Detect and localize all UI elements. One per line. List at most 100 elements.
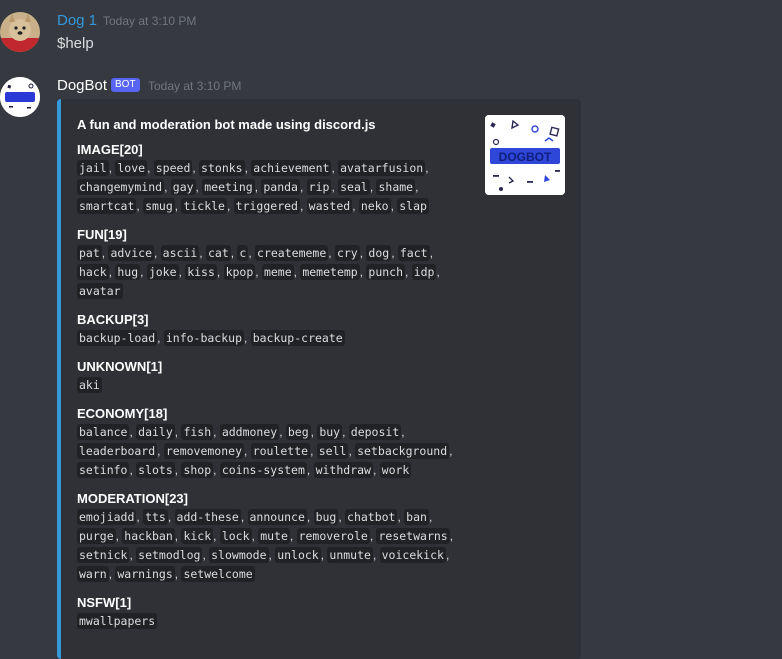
- command-code: seal: [338, 179, 370, 195]
- command-code: tts: [143, 509, 168, 525]
- command-code: setinfo: [77, 462, 130, 478]
- command-code: removerole: [296, 528, 370, 544]
- command-code: punch: [366, 264, 406, 280]
- command-code: wasted: [306, 198, 353, 214]
- command-code: setnick: [77, 547, 130, 563]
- command-separator: ,: [338, 510, 346, 524]
- command-separator: ,: [157, 444, 164, 458]
- embed-field-line: changemymind, gay, meeting, panda, rip, …: [77, 178, 477, 197]
- command-code: ban: [404, 509, 429, 525]
- command-code: gay: [170, 179, 196, 195]
- message-timestamp: Today at 3:10 PM: [148, 79, 242, 93]
- command-code: buy: [317, 424, 343, 440]
- command-code: resetwarns: [376, 528, 450, 544]
- command-code: setmodlog: [136, 547, 203, 563]
- command-code: coins-system: [219, 462, 307, 478]
- command-code: purge: [77, 528, 116, 544]
- command-code: tickle: [181, 198, 227, 214]
- command-code: cat: [205, 245, 231, 261]
- command-code: stonks: [199, 160, 245, 176]
- message-timestamp: Today at 3:10 PM: [103, 14, 197, 28]
- command-code: add-these: [174, 509, 241, 525]
- command-separator: ,: [306, 510, 314, 524]
- command-code: achievement: [251, 160, 332, 176]
- embed-field-line: warn, warnings, setwelcome: [77, 565, 477, 584]
- command-code: mwallpapers: [77, 613, 158, 629]
- command-separator: ,: [279, 425, 286, 439]
- command-code: lock: [219, 528, 252, 544]
- command-code: avatarfusion: [338, 160, 426, 176]
- command-code: unmute: [327, 547, 373, 563]
- command-code: joke: [146, 264, 179, 280]
- embed-thumbnail[interactable]: DOGBOT: [485, 115, 565, 195]
- username-dogbot[interactable]: DogBot: [57, 77, 107, 94]
- username-dog1[interactable]: Dog 1: [57, 12, 97, 29]
- command-code: daily: [136, 424, 175, 440]
- embed-field-line: leaderboard, removemoney, roulette, sell…: [77, 442, 477, 461]
- embed-field-name: FUN[19]: [77, 227, 127, 242]
- command-code: voicekick: [379, 547, 446, 563]
- command-code: memetemp: [300, 264, 360, 280]
- command-separator: ,: [299, 180, 307, 194]
- command-separator: ,: [213, 463, 220, 477]
- command-code: emojiadd: [77, 509, 137, 525]
- embed-field-name: UNKNOWN[1]: [77, 359, 163, 374]
- command-separator: ,: [240, 510, 248, 524]
- embed-field-line: smartcat, smug, tickle, triggered, waste…: [77, 197, 477, 216]
- command-code: shop: [181, 462, 214, 478]
- command-code: cry: [334, 245, 360, 261]
- command-separator: ,: [213, 529, 220, 543]
- command-separator: ,: [244, 331, 251, 345]
- command-separator: ,: [226, 199, 234, 213]
- command-code: work: [379, 462, 412, 478]
- embed-field: UNKNOWN[1] aki: [77, 358, 477, 395]
- command-code: bug: [313, 509, 339, 525]
- command-code: avatar: [77, 283, 123, 299]
- thumbnail-logo-text: DOGBOT: [499, 150, 552, 164]
- bot-tag: BOT: [111, 78, 140, 92]
- command-code: beg: [285, 424, 311, 440]
- command-separator: ,: [415, 180, 419, 194]
- command-separator: ,: [154, 246, 161, 260]
- command-code: ascii: [160, 245, 200, 261]
- command-code: rip: [306, 179, 332, 195]
- command-code: triggered: [233, 198, 300, 214]
- embed-field-line: hack, hug, joke, kiss, kpop, meme, memet…: [77, 263, 477, 282]
- command-code: dog: [366, 245, 392, 261]
- message-dog1: Dog 1 Today at 3:10 PM $help: [0, 0, 782, 70]
- command-code: backup-create: [250, 330, 345, 346]
- embed-field-name: MODERATION[23]: [77, 491, 188, 506]
- command-separator: ,: [445, 548, 450, 562]
- command-code: setwelcome: [181, 566, 255, 582]
- bot-avatar[interactable]: [0, 77, 40, 117]
- command-code: smartcat: [77, 198, 137, 214]
- command-code: warn: [77, 566, 109, 582]
- command-separator: ,: [310, 444, 317, 458]
- command-separator: ,: [405, 265, 412, 279]
- command-code: neko: [358, 198, 391, 214]
- command-code: hack: [77, 264, 109, 280]
- command-code: slots: [136, 462, 175, 478]
- command-code: setbackground: [355, 443, 450, 459]
- command-separator: ,: [167, 510, 175, 524]
- command-code: info-backup: [163, 330, 245, 346]
- command-separator: ,: [328, 246, 335, 260]
- command-code: panda: [261, 179, 300, 195]
- embed-field: NSFW[1] mwallpapers: [77, 594, 477, 631]
- command-code: mute: [258, 528, 290, 544]
- command-separator: ,: [449, 444, 453, 458]
- command-separator: ,: [255, 265, 262, 279]
- command-code: aki: [77, 377, 102, 393]
- embed-field-line: setinfo, slots, shop, coins-system, with…: [77, 461, 477, 480]
- embed-field: IMAGE[20] jail, love, speed, stonks, achi…: [77, 141, 477, 216]
- embed-field-line: avatar: [77, 282, 477, 301]
- embed-field: FUN[19] pat, advice, ascii, cat, c, creat…: [77, 226, 477, 301]
- embed-field-line: purge, hackban, kick, lock, mute, remove…: [77, 527, 477, 546]
- command-separator: ,: [342, 425, 349, 439]
- command-code: removemoney: [163, 443, 245, 459]
- embed-field-name: NSFW[1]: [77, 595, 132, 610]
- command-separator: ,: [425, 161, 429, 175]
- embed-field-name: IMAGE[20]: [77, 142, 143, 157]
- command-code: backup-load: [77, 330, 158, 346]
- user-avatar[interactable]: [0, 12, 40, 52]
